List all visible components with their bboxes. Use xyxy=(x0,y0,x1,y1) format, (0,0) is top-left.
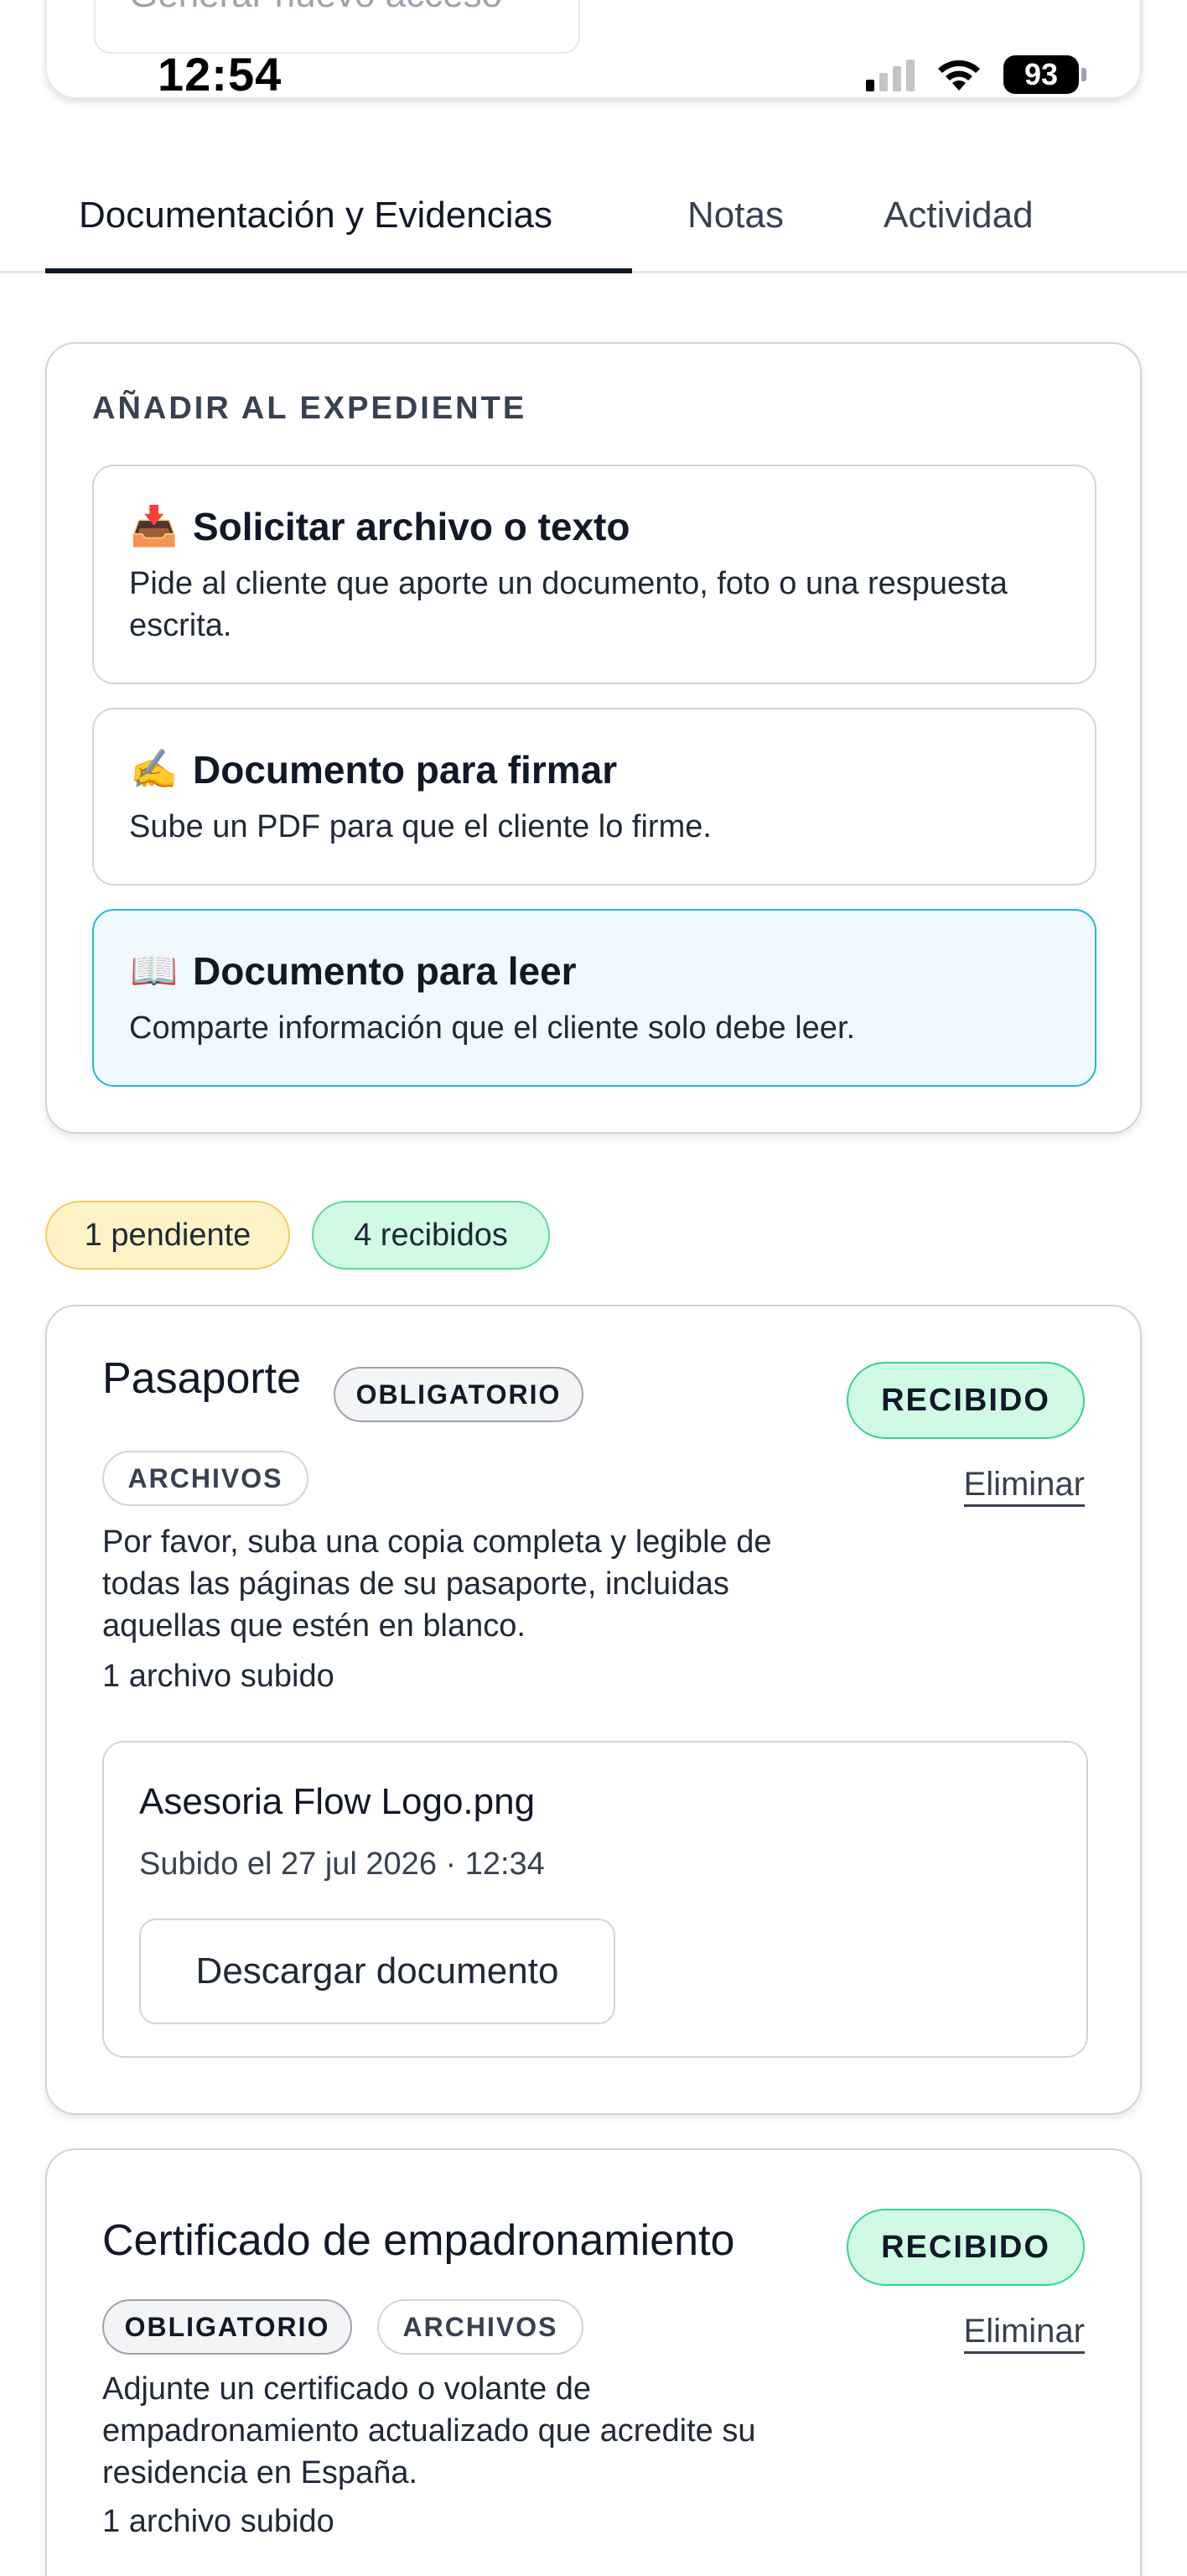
add-section-title: AÑADIR AL EXPEDIENTE xyxy=(92,391,527,426)
document-description: Por favor, suba una copia completa y leg… xyxy=(102,1524,772,1644)
delete-link[interactable]: Eliminar xyxy=(963,2311,1085,2354)
download-document-button[interactable]: Descargar documento xyxy=(139,1919,615,2024)
option-description: Pide al cliente que aporte un documento,… xyxy=(129,566,1008,643)
file-upload-date: Subido el 27 jul 2026 · 12:34 xyxy=(139,1846,545,1882)
wifi-icon xyxy=(938,60,980,91)
files-tag: ARCHIVOS xyxy=(377,2299,583,2355)
received-count-badge[interactable]: 4 recibidos xyxy=(312,1201,550,1270)
inbox-tray-icon: 📥 xyxy=(130,504,179,548)
status-badge: RECIBIDO xyxy=(847,1362,1085,1439)
option-title: Solicitar archivo o texto xyxy=(193,504,630,548)
document-card-census: Certificado de empadronamiento OBLIGATOR… xyxy=(45,2148,1142,2576)
status-time: 12:54 xyxy=(158,48,282,101)
writing-hand-icon: ✍️ xyxy=(130,747,179,791)
tab-activity[interactable]: Actividad xyxy=(884,195,1034,273)
page: Generar nuevo acceso 12:54 93 Documentac… xyxy=(0,0,1187,2576)
document-card-passport: Pasaporte OBLIGATORIO ARCHIVOS RECIBIDO … xyxy=(45,1305,1142,2115)
delete-link[interactable]: Eliminar xyxy=(963,1464,1085,1507)
option-sign-document[interactable]: ✍️ Documento para firmar Sube un PDF par… xyxy=(92,708,1096,886)
option-read-document[interactable]: 📖 Documento para leer Comparte informaci… xyxy=(92,909,1096,1087)
upload-count: 1 archivo subido xyxy=(102,1659,334,1694)
option-description: Comparte información que el cliente solo… xyxy=(129,1010,856,1046)
battery-level: 93 xyxy=(1003,55,1079,94)
option-title: Documento para leer xyxy=(193,948,577,993)
option-title: Documento para firmar xyxy=(193,747,618,792)
status-badge: RECIBIDO xyxy=(847,2209,1085,2286)
document-title: Pasaporte xyxy=(102,1354,302,1403)
option-request-file[interactable]: 📥 Solicitar archivo o texto Pide al clie… xyxy=(92,465,1096,684)
option-description: Sube un PDF para que el cliente lo firme… xyxy=(129,809,712,844)
cellular-signal-icon xyxy=(866,58,915,91)
required-tag: OBLIGATORIO xyxy=(334,1367,583,1422)
tab-bar: Documentación y Evidencias Notas Activid… xyxy=(0,176,1187,273)
files-tag: ARCHIVOS xyxy=(102,1451,308,1506)
status-icons: 93 xyxy=(866,55,1086,94)
tab-documentation[interactable]: Documentación y Evidencias xyxy=(45,195,632,273)
document-title: Certificado de empadronamiento xyxy=(102,2216,735,2265)
uploaded-file: Asesoria Flow Logo.png Subido el 27 jul … xyxy=(102,1741,1088,2058)
battery-icon: 93 xyxy=(1003,55,1086,94)
upload-count: 1 archivo subido xyxy=(102,2504,334,2539)
pending-count-badge[interactable]: 1 pendiente xyxy=(45,1201,290,1270)
open-book-icon: 📖 xyxy=(130,948,179,992)
tab-notes[interactable]: Notas xyxy=(687,195,784,273)
document-description: Adjunte un certificado o volante de empa… xyxy=(102,2371,756,2490)
add-to-file-card: AÑADIR AL EXPEDIENTE 📥 Solicitar archivo… xyxy=(45,342,1142,1134)
file-name: Asesoria Flow Logo.png xyxy=(139,1781,536,1822)
new-access-button[interactable]: Generar nuevo acceso xyxy=(94,0,580,54)
required-tag: OBLIGATORIO xyxy=(102,2299,352,2355)
